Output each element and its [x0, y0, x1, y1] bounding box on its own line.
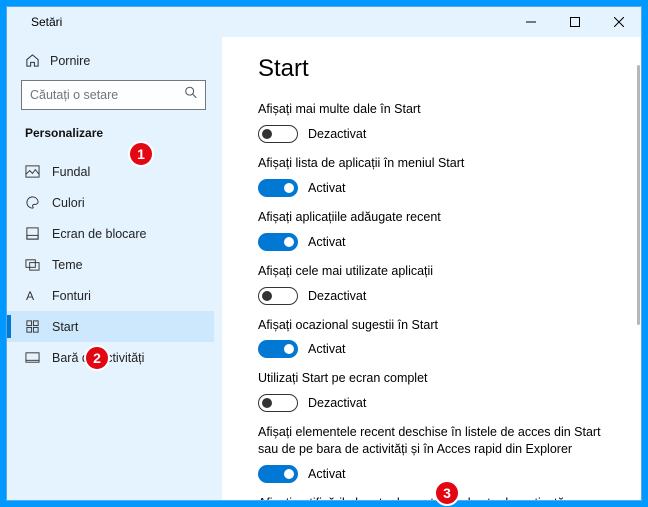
lockscreen-icon — [25, 226, 40, 241]
fonts-icon: A — [25, 288, 40, 303]
start-icon — [25, 319, 40, 334]
toggle-switch[interactable] — [258, 179, 298, 197]
setting-row: Afișați elementele recent deschise în li… — [258, 424, 619, 483]
toggle-state-text: Dezactivat — [308, 127, 366, 141]
section-label: Personalizare — [7, 122, 214, 148]
sidebar: Pornire Personalizare Fundal Culo — [7, 37, 222, 500]
close-button[interactable] — [597, 7, 641, 37]
sidebar-item-label: Fundal — [52, 165, 90, 179]
titlebar: Setări — [7, 7, 641, 37]
toggle-switch[interactable] — [258, 340, 298, 358]
page-title: Start — [258, 55, 619, 83]
sidebar-item-label: Ecran de blocare — [52, 227, 147, 241]
search-input[interactable] — [21, 80, 206, 110]
scrollbar[interactable] — [637, 65, 640, 325]
home-label: Pornire — [50, 54, 90, 68]
maximize-button[interactable] — [553, 7, 597, 37]
svg-text:A: A — [26, 289, 35, 303]
settings-window: Setări Pornire Personalizare — [6, 6, 642, 501]
annotation-badge-3: 3 — [434, 480, 460, 506]
setting-label: Utilizați Start pe ecran complet — [258, 370, 619, 387]
toggle-state-text: Dezactivat — [308, 396, 366, 410]
sidebar-nav: Fundal Culori Ecran de blocare Teme A Fo… — [7, 156, 214, 373]
toggle-switch[interactable] — [258, 125, 298, 143]
sidebar-item-colors[interactable]: Culori — [7, 187, 214, 218]
setting-row: Afișați aplicațiile adăugate recent Activ… — [258, 209, 619, 251]
toggle-state-text: Activat — [308, 181, 346, 195]
search-icon — [184, 86, 198, 105]
picture-icon — [25, 164, 40, 179]
palette-icon — [25, 195, 40, 210]
toggle-switch[interactable] — [258, 394, 298, 412]
annotation-badge-2: 2 — [84, 345, 110, 371]
content-area: Start Afișați mai multe dale în Start Dez… — [222, 37, 641, 500]
setting-row: Afișați mai multe dale în Start Dezactiva… — [258, 101, 619, 143]
setting-row: Utilizați Start pe ecran complet Dezactiv… — [258, 370, 619, 412]
setting-row: Afișați ocazional sugestii în Start Activ… — [258, 317, 619, 359]
sidebar-item-label: Teme — [52, 258, 83, 272]
themes-icon — [25, 257, 40, 272]
minimize-button[interactable] — [509, 7, 553, 37]
toggle-state-text: Activat — [308, 235, 346, 249]
sidebar-item-label: Start — [52, 320, 78, 334]
setting-label: Afișați lista de aplicații în meniul Sta… — [258, 155, 619, 172]
setting-label: Afișați elementele recent deschise în li… — [258, 424, 619, 458]
annotation-badge-1: 1 — [128, 141, 154, 167]
home-icon — [25, 53, 40, 68]
toggle-state-text: Dezactivat — [308, 289, 366, 303]
toggle-switch[interactable] — [258, 287, 298, 305]
toggle-switch[interactable] — [258, 465, 298, 483]
sidebar-item-start[interactable]: Start — [7, 311, 214, 342]
toggle-state-text: Activat — [308, 342, 346, 356]
sidebar-item-themes[interactable]: Teme — [7, 249, 214, 280]
setting-row: Afișați lista de aplicații în meniul Sta… — [258, 155, 619, 197]
setting-row: Afișați cele mai utilizate aplicații Deza… — [258, 263, 619, 305]
toggle-state-text: Activat — [308, 467, 346, 481]
setting-label: Afișați aplicațiile adăugate recent — [258, 209, 619, 226]
sidebar-item-label: Fonturi — [52, 289, 91, 303]
sidebar-item-background[interactable]: Fundal — [7, 156, 214, 187]
sidebar-item-fonts[interactable]: A Fonturi — [7, 280, 214, 311]
setting-label: Afișați cele mai utilizate aplicații — [258, 263, 619, 280]
sidebar-item-taskbar[interactable]: Bară de activități — [7, 342, 214, 373]
setting-label: Afișați mai multe dale în Start — [258, 101, 619, 118]
sidebar-item-label: Culori — [52, 196, 85, 210]
setting-label: Afișați ocazional sugestii în Start — [258, 317, 619, 334]
sidebar-item-lockscreen[interactable]: Ecran de blocare — [7, 218, 214, 249]
home-button[interactable]: Pornire — [7, 47, 214, 74]
toggle-switch[interactable] — [258, 233, 298, 251]
titlebar-title: Setări — [31, 15, 62, 29]
taskbar-icon — [25, 350, 40, 365]
